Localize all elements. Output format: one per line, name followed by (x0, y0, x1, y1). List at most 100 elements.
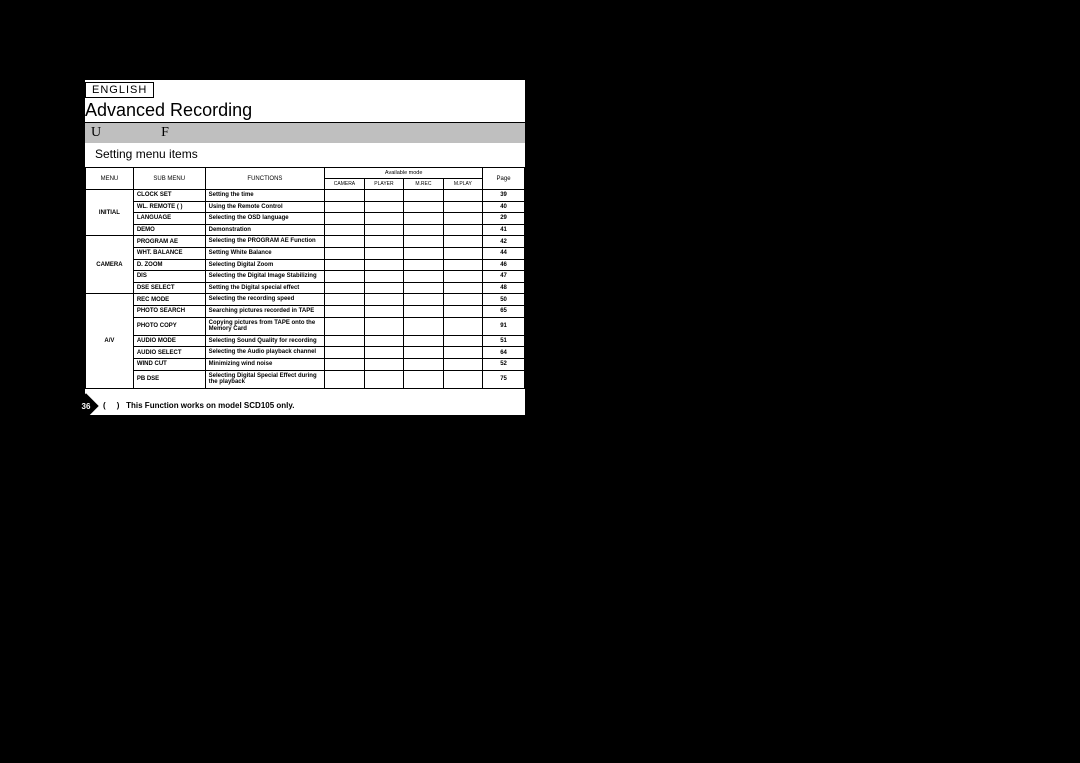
function-cell: Searching pictures recorded in TAPE (205, 305, 325, 317)
mode-cell (443, 305, 482, 317)
page-cell: 64 (483, 347, 525, 359)
submenu-cell: WHT. BALANCE (133, 247, 205, 259)
mode-cell (325, 271, 364, 283)
submenu-cell: DEMO (133, 224, 205, 236)
section-bar: U F (85, 123, 525, 143)
menu-group-cell: INITIAL (86, 190, 134, 236)
submenu-cell: WIND CUT (133, 358, 205, 370)
mode-cell (443, 259, 482, 271)
mode-cell (364, 335, 403, 347)
paren-close: ) (117, 401, 120, 410)
mode-cell (364, 358, 403, 370)
page-cell: 91 (483, 317, 525, 335)
th-available: Available mode (325, 168, 483, 179)
mode-cell (443, 282, 482, 294)
mode-cell (325, 282, 364, 294)
mode-cell (364, 259, 403, 271)
function-cell: Selecting the Digital Image Stabilizing (205, 271, 325, 283)
table-row: AUDIO SELECTSelecting the Audio playback… (86, 347, 525, 359)
mode-cell (325, 335, 364, 347)
mode-cell (404, 190, 443, 202)
mode-cell (325, 305, 364, 317)
mode-cell (364, 247, 403, 259)
subheading: Setting menu items (85, 143, 525, 167)
page-cell: 50 (483, 294, 525, 306)
bar-letter-f: F (161, 125, 169, 141)
menu-group-cell: CAMERA (86, 236, 134, 294)
page-cell: 42 (483, 236, 525, 248)
submenu-cell: DSE SELECT (133, 282, 205, 294)
submenu-cell: PHOTO COPY (133, 317, 205, 335)
page-number-badge: 36 (73, 393, 98, 418)
page-cell: 48 (483, 282, 525, 294)
mode-cell (404, 335, 443, 347)
mode-cell (404, 358, 443, 370)
function-cell: Selecting Sound Quality for recording (205, 335, 325, 347)
mode-cell (364, 294, 403, 306)
mode-cell (443, 271, 482, 283)
submenu-cell: AUDIO SELECT (133, 347, 205, 359)
mode-cell (404, 271, 443, 283)
mode-cell (404, 294, 443, 306)
mode-cell (404, 305, 443, 317)
mode-cell (443, 335, 482, 347)
page-cell: 29 (483, 213, 525, 225)
th-page: Page (483, 168, 525, 190)
mode-cell (443, 247, 482, 259)
mode-cell (364, 224, 403, 236)
submenu-cell: CLOCK SET (133, 190, 205, 202)
submenu-cell: WL. REMOTE ( ) (133, 201, 205, 213)
mode-cell (364, 236, 403, 248)
mode-cell (443, 190, 482, 202)
page-cell: 47 (483, 271, 525, 283)
mode-cell (443, 224, 482, 236)
page-cell: 52 (483, 358, 525, 370)
table-row: PHOTO SEARCHSearching pictures recorded … (86, 305, 525, 317)
mode-cell (364, 370, 403, 388)
page-cell: 51 (483, 335, 525, 347)
page-number: 36 (82, 401, 91, 410)
mode-cell (404, 201, 443, 213)
th-player: PLAYER (364, 179, 403, 190)
table-row: DSE SELECTSetting the Digital special ef… (86, 282, 525, 294)
mode-cell (325, 370, 364, 388)
function-cell: Setting White Balance (205, 247, 325, 259)
function-cell: Selecting Digital Zoom (205, 259, 325, 271)
function-cell: Selecting the PROGRAM AE Function (205, 236, 325, 248)
submenu-cell: PHOTO SEARCH (133, 305, 205, 317)
mode-cell (325, 247, 364, 259)
function-cell: Copying pictures from TAPE onto the Memo… (205, 317, 325, 335)
mode-cell (364, 201, 403, 213)
mode-cell (404, 317, 443, 335)
mode-cell (364, 190, 403, 202)
mode-cell (404, 259, 443, 271)
function-cell: Selecting Digital Special Effect during … (205, 370, 325, 388)
mode-cell (364, 271, 403, 283)
mode-cell (364, 347, 403, 359)
mode-cell (404, 347, 443, 359)
th-sub: SUB MENU (133, 168, 205, 190)
submenu-cell: AUDIO MODE (133, 335, 205, 347)
page-cell: 41 (483, 224, 525, 236)
submenu-cell: D. ZOOM (133, 259, 205, 271)
table-row: PB DSESelecting Digital Special Effect d… (86, 370, 525, 388)
mode-cell (364, 317, 403, 335)
table-row: LANGUAGESelecting the OSD language29 (86, 213, 525, 225)
table-header: MENU SUB MENU FUNCTIONS Available mode P… (86, 168, 525, 190)
function-cell: Demonstration (205, 224, 325, 236)
function-cell: Setting the Digital special effect (205, 282, 325, 294)
mode-cell (325, 259, 364, 271)
function-cell: Selecting the recording speed (205, 294, 325, 306)
table-row: D. ZOOMSelecting Digital Zoom 46 (86, 259, 525, 271)
mode-cell (364, 282, 403, 294)
mode-cell (364, 305, 403, 317)
footnote-row: 36 ( ) This Function works on model SCD1… (85, 397, 525, 415)
page-cell: 75 (483, 370, 525, 388)
menu-group-cell: A/V (86, 294, 134, 388)
mode-cell (325, 190, 364, 202)
manual-page: ENGLISH Advanced Recording U F Setting m… (85, 80, 525, 415)
page-cell: 46 (483, 259, 525, 271)
mode-cell (404, 224, 443, 236)
table-row: WL. REMOTE ( )Using the Remote Control40 (86, 201, 525, 213)
page-title: Advanced Recording (85, 100, 525, 123)
